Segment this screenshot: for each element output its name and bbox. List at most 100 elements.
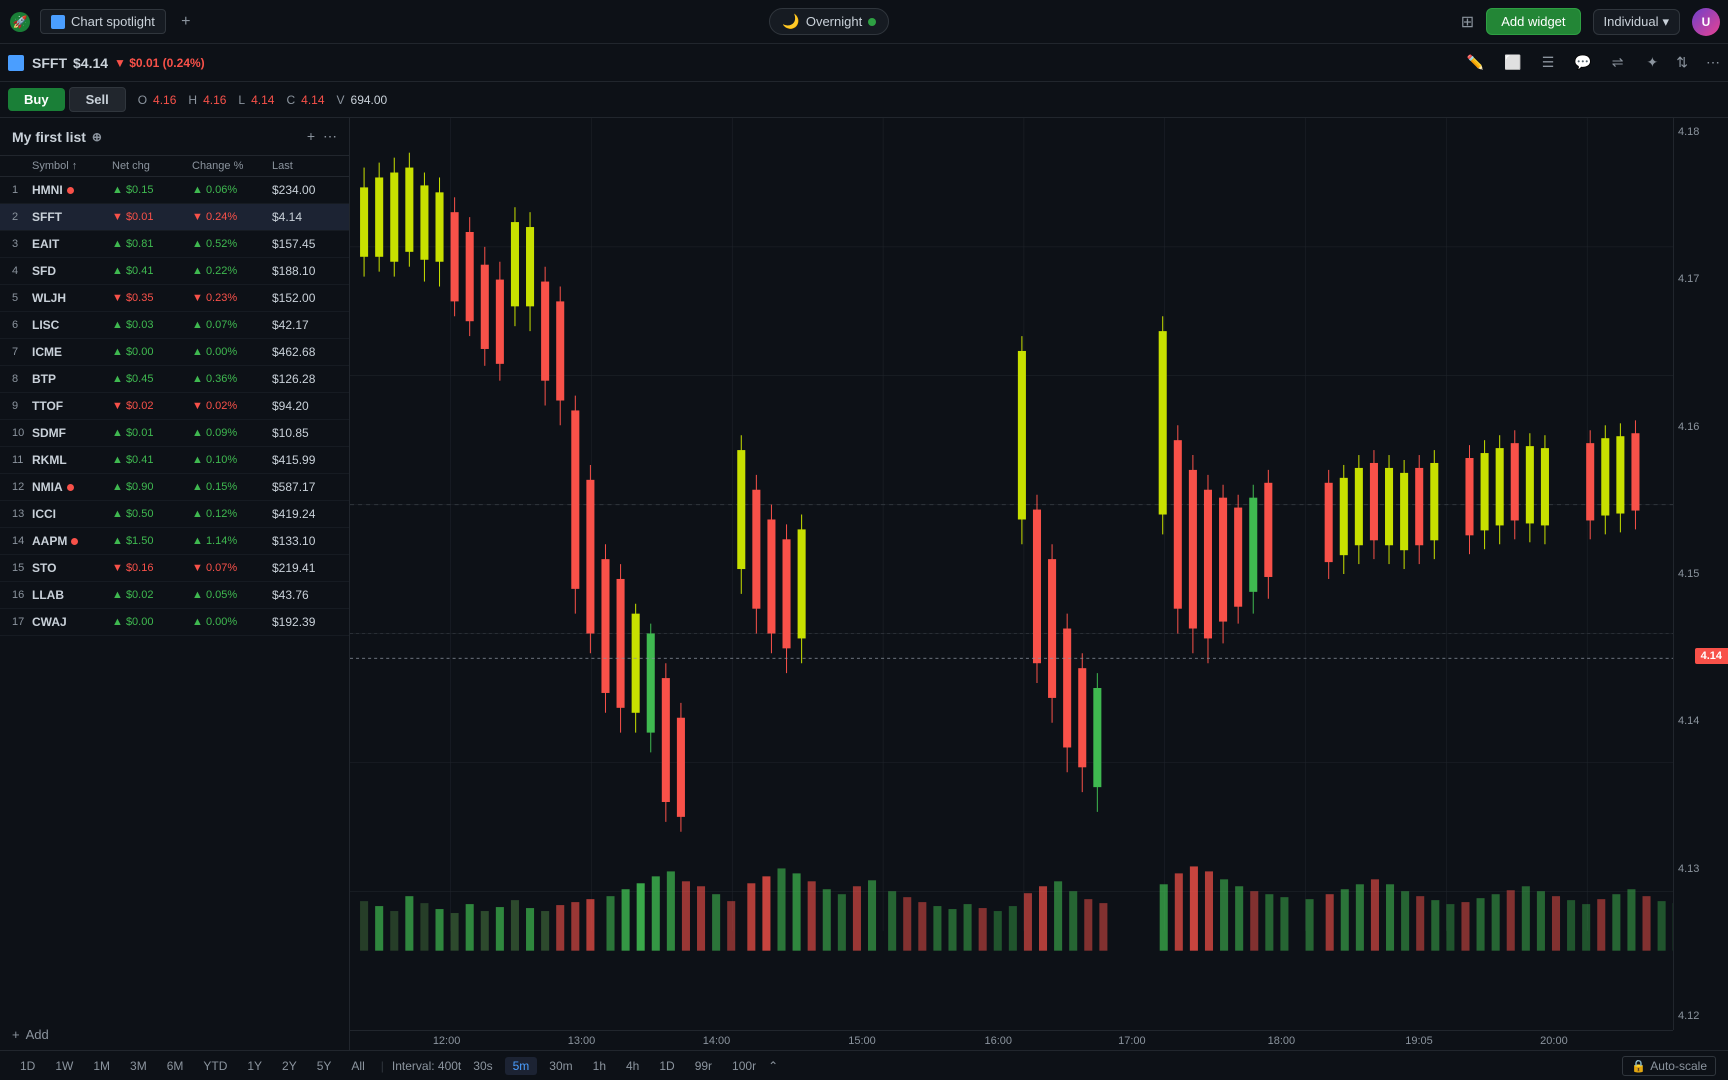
interval-6m[interactable]: 6M (159, 1057, 192, 1075)
overnight-label: Overnight (806, 14, 862, 29)
comment-icon[interactable]: 💬 (1569, 51, 1596, 74)
symbol-cell: SDMF (32, 426, 112, 440)
symbol-name: SFFT (32, 55, 67, 71)
color-swatch[interactable] (8, 55, 24, 71)
table-row[interactable]: 12 NMIA ▲ $0.90 ▲ 0.15% $587.17 2,4… (0, 474, 349, 501)
table-row[interactable]: 11 RKML ▲ $0.41 ▲ 0.10% $415.99 (0, 447, 349, 474)
col-last[interactable]: Last (272, 160, 350, 172)
col-change-pct[interactable]: Change % (192, 160, 272, 172)
add-symbol-row[interactable]: + Add (0, 1019, 349, 1050)
add-icon: + (12, 1027, 20, 1042)
interval-1d-chart[interactable]: 1D (651, 1057, 682, 1075)
chart-area[interactable]: 4.18 4.17 4.16 4.15 4.14 4.13 4.12 4.14 … (350, 118, 1728, 1050)
last-price-cell: $10.85 (272, 426, 349, 440)
time-label-2000: 20:00 (1540, 1035, 1568, 1047)
autoscale-button[interactable]: 🔒 Auto-scale (1622, 1056, 1716, 1076)
table-row[interactable]: 17 CWAJ ▲ $0.00 ▲ 0.00% $192.39 (0, 609, 349, 636)
last-price-cell: $43.76 (272, 588, 349, 602)
table-row[interactable]: 14 AAPM ▲ $1.50 ▲ 1.14% $133.10 258,5… (0, 528, 349, 555)
last-price-cell: $94.20 (272, 399, 349, 413)
candlestick-chart[interactable] (350, 118, 1728, 1030)
time-label-1300: 13:00 (568, 1035, 596, 1047)
change-pct-cell: ▲ 0.10% (192, 454, 272, 466)
table-row[interactable]: 10 SDMF ▲ $0.01 ▲ 0.09% $10.85 2,4… (0, 420, 349, 447)
col-net-chg[interactable]: Net chg (112, 160, 192, 172)
col-symbol[interactable]: Symbol ↑ (32, 160, 112, 172)
table-row[interactable]: 9 TTOF ▼ $0.02 ▼ 0.02% $94.20 4… (0, 393, 349, 420)
add-tab-button[interactable]: + (174, 10, 198, 34)
h-value: 4.16 (203, 93, 226, 107)
compare-icon[interactable]: ⇌ (1607, 51, 1629, 74)
table-row[interactable]: 1 HMNI ▲ $0.15 ▲ 0.06% $234.00 7,8… (0, 177, 349, 204)
last-price-cell: $157.45 (272, 237, 349, 251)
status-dot (67, 187, 74, 194)
table-row[interactable]: 16 LLAB ▲ $0.02 ▲ 0.05% $43.76 2… (0, 582, 349, 609)
interval-ytd[interactable]: YTD (195, 1057, 235, 1075)
layout-icon[interactable]: ⊞ (1461, 12, 1474, 32)
interval-4h[interactable]: 4h (618, 1057, 647, 1075)
interval-30s[interactable]: 30s (465, 1057, 500, 1075)
change-pct-cell: ▲ 0.22% (192, 265, 272, 277)
add-symbol-button[interactable]: + (307, 128, 315, 145)
buy-button[interactable]: Buy (8, 88, 65, 111)
h-label: H (188, 93, 197, 107)
table-row[interactable]: 7 ICME ▲ $0.00 ▲ 0.00% $462.68 5… (0, 339, 349, 366)
net-change-cell: ▲ $0.41 (112, 265, 192, 277)
symbol-cell: HMNI (32, 183, 112, 197)
table-row[interactable]: 4 SFD ▲ $0.41 ▲ 0.22% $188.10 2,8… (0, 258, 349, 285)
watchlist-more-button[interactable]: ⋯ (323, 128, 337, 145)
list-dropdown-icon[interactable]: ⊕ (92, 130, 102, 144)
arrow-icon[interactable]: ⇅ (1676, 54, 1688, 71)
table-row[interactable]: 5 WLJH ▼ $0.35 ▼ 0.23% $152.00 1,3… (0, 285, 349, 312)
net-change-cell: ▲ $0.90 (112, 481, 192, 493)
row-number: 9 (12, 400, 32, 412)
c-value: 4.14 (301, 93, 324, 107)
interval-1m[interactable]: 1M (85, 1057, 118, 1075)
more-icon[interactable]: ⋯ (1706, 54, 1720, 71)
table-row[interactable]: 3 EAIT ▲ $0.81 ▲ 0.52% $157.45 8,3… (0, 231, 349, 258)
interval-30m[interactable]: 30m (541, 1057, 580, 1075)
table-row[interactable]: 8 BTP ▲ $0.45 ▲ 0.36% $126.28 1… (0, 366, 349, 393)
interval-3m[interactable]: 3M (122, 1057, 155, 1075)
o-value: 4.16 (153, 93, 176, 107)
interval-label: Interval: 400t (392, 1059, 461, 1073)
table-row[interactable]: 2 SFFT ▼ $0.01 ▼ 0.24% $4.14 : (0, 204, 349, 231)
symbol-cell: ICME (32, 345, 112, 359)
sparkle-icon[interactable]: ✦ (1647, 54, 1659, 71)
net-change-cell: ▼ $0.35 (112, 292, 192, 304)
interval-5y[interactable]: 5Y (309, 1057, 340, 1075)
last-price-cell: $234.00 (272, 183, 349, 197)
change-pct-cell: ▲ 0.05% (192, 589, 272, 601)
edit-icon[interactable]: ✏️ (1462, 51, 1489, 74)
lock-icon: 🔒 (1631, 1059, 1646, 1073)
rectangle-icon[interactable]: ⬜ (1499, 51, 1526, 74)
interval-all[interactable]: All (343, 1057, 372, 1075)
row-number: 3 (12, 238, 32, 250)
symbol-info: SFFT $4.14 ▼ $0.01 (0.24%) (32, 55, 205, 71)
user-avatar[interactable]: U (1692, 8, 1720, 36)
interval-1d[interactable]: 1D (12, 1057, 43, 1075)
svg-text:🚀: 🚀 (13, 15, 28, 29)
interval-5m[interactable]: 5m (505, 1057, 538, 1075)
sell-button[interactable]: Sell (69, 87, 126, 112)
lines-icon[interactable]: ☰ (1537, 51, 1560, 74)
interval-chevron[interactable]: ⌃ (768, 1059, 778, 1073)
interval-100r[interactable]: 100r (724, 1057, 764, 1075)
table-row[interactable]: 13 ICCI ▲ $0.50 ▲ 0.12% $419.24 2,0… (0, 501, 349, 528)
last-price-cell: $126.28 (272, 372, 349, 386)
interval-1y[interactable]: 1Y (239, 1057, 270, 1075)
interval-1w[interactable]: 1W (47, 1057, 81, 1075)
add-widget-button[interactable]: Add widget (1486, 8, 1580, 35)
interval-1h[interactable]: 1h (585, 1057, 614, 1075)
overnight-selector[interactable]: 🌙 Overnight (769, 8, 889, 35)
interval-99r[interactable]: 99r (687, 1057, 720, 1075)
symbol-price: $4.14 (73, 55, 108, 71)
interval-2y[interactable]: 2Y (274, 1057, 305, 1075)
individual-select[interactable]: Individual ▾ (1593, 9, 1680, 35)
symbol-cell: NMIA (32, 480, 112, 494)
table-row[interactable]: 15 STO ▼ $0.16 ▼ 0.07% $219.41 25,2… (0, 555, 349, 582)
watchlist-actions: + ⋯ (307, 128, 337, 145)
table-row[interactable]: 6 LISC ▲ $0.03 ▲ 0.07% $42.17 1… (0, 312, 349, 339)
chart-spotlight-tab[interactable]: Chart spotlight (40, 9, 166, 34)
change-pct-cell: ▲ 0.06% (192, 184, 272, 196)
